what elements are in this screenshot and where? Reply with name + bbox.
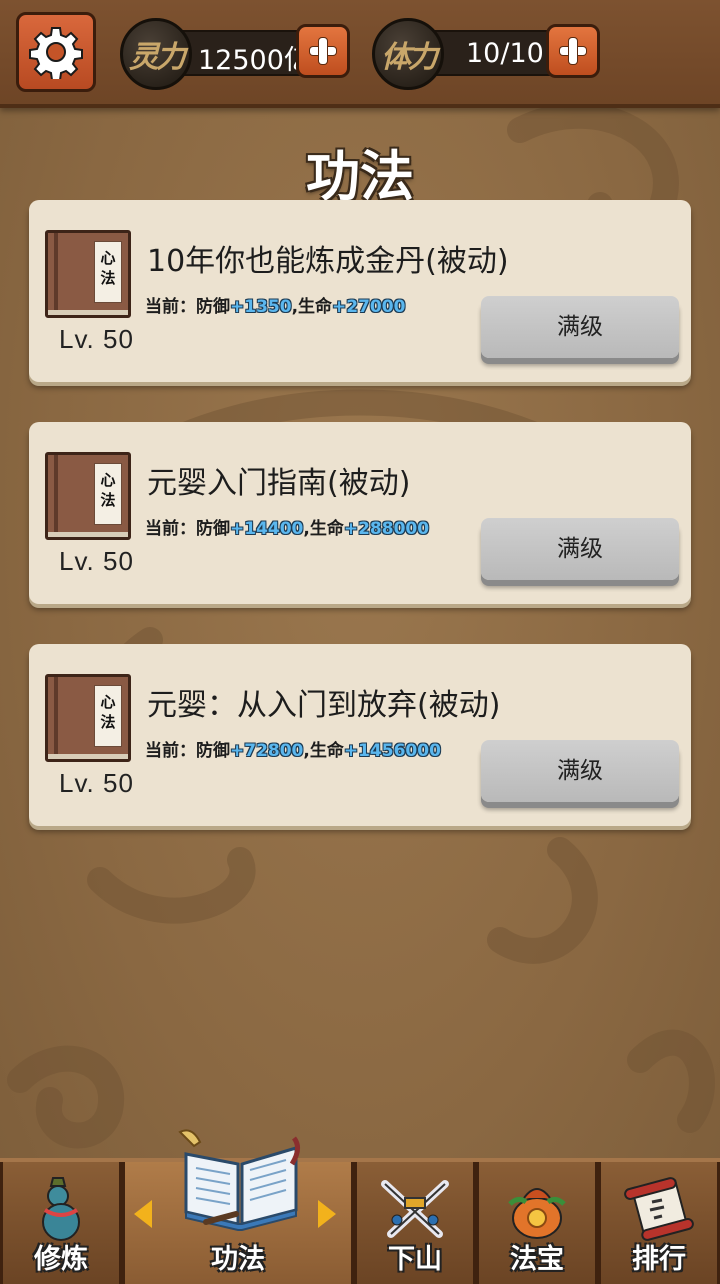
max-level-button[interactable]: 满级 (481, 518, 679, 580)
skill-name: 元婴入门指南(被动) (147, 466, 411, 501)
spirit-badge-icon: 灵力 (120, 18, 192, 90)
scroll-icon (624, 1177, 694, 1241)
add-stamina-button[interactable] (546, 24, 600, 78)
nav-label: 修炼 (34, 1244, 88, 1275)
crossed-swords-icon (381, 1180, 449, 1238)
life-bonus: +27000 (332, 297, 406, 317)
skill-name: 10年你也能炼成金丹(被动) (147, 244, 509, 279)
nav-prev-arrow-icon[interactable] (134, 1200, 152, 1228)
skill-level: Lv. 50 (59, 324, 134, 354)
skill-card: 心法 Lv. 50 10年你也能炼成金丹(被动) 当前：防御+1350,生命+2… (29, 200, 691, 382)
book-icon: 心法 (45, 452, 131, 540)
max-level-button[interactable]: 满级 (481, 296, 679, 358)
skill-stats: 当前：防御+14400,生命+288000 (145, 519, 430, 539)
life-bonus: +288000 (343, 519, 430, 539)
stamina-value: 10/10 (466, 38, 544, 69)
nav-tab-ranking[interactable]: 排行 (598, 1162, 720, 1284)
treasure-bag-icon (508, 1188, 566, 1239)
settings-button[interactable] (16, 12, 96, 92)
skill-card: 心法 Lv. 50 元婴入门指南(被动) 当前：防御+14400,生命+2880… (29, 422, 691, 604)
book-label: 心法 (94, 463, 122, 525)
nav-label: 排行 (632, 1244, 686, 1275)
skill-stats: 当前：防御+1350,生命+27000 (145, 297, 406, 317)
max-level-button[interactable]: 满级 (481, 740, 679, 802)
nav-label: 下山 (388, 1244, 442, 1275)
book-label: 心法 (94, 685, 122, 747)
nav-tab-descend[interactable]: 下山 (354, 1162, 476, 1284)
book-label: 心法 (94, 241, 122, 303)
defense-bonus: +14400 (230, 519, 304, 539)
nav-next-arrow-icon[interactable] (318, 1200, 336, 1228)
defense-bonus: +72800 (230, 741, 304, 761)
spirit-resource: 12500亿 灵力 (120, 18, 352, 90)
open-book-icon (178, 1129, 300, 1231)
bottom-nav: 修炼 功法 下山 法宝 排行 (0, 1158, 720, 1284)
add-spirit-button[interactable] (296, 24, 350, 78)
nav-label: 法宝 (510, 1244, 564, 1275)
life-bonus: +1456000 (343, 741, 441, 761)
book-icon: 心法 (45, 230, 131, 318)
stamina-resource: 10/10 体力 (372, 18, 604, 90)
top-bar: 12500亿 灵力 10/10 体力 (0, 0, 720, 108)
nav-tab-treasure[interactable]: 法宝 (476, 1162, 598, 1284)
skill-stats: 当前：防御+72800,生命+1456000 (145, 741, 441, 761)
skill-card: 心法 Lv. 50 元婴：从入门到放弃(被动) 当前：防御+72800,生命+1… (29, 644, 691, 826)
stamina-badge-icon: 体力 (372, 18, 444, 90)
skill-level: Lv. 50 (59, 768, 134, 798)
skill-level: Lv. 50 (59, 546, 134, 576)
gourd-icon (42, 1177, 80, 1241)
skill-name: 元婴：从入门到放弃(被动) (147, 688, 501, 723)
defense-bonus: +1350 (230, 297, 292, 317)
gear-icon (29, 27, 83, 79)
nav-label: 功法 (211, 1244, 265, 1275)
book-icon: 心法 (45, 674, 131, 762)
nav-tab-cultivate[interactable]: 修炼 (0, 1162, 122, 1284)
spirit-value: 12500亿 (198, 45, 311, 76)
